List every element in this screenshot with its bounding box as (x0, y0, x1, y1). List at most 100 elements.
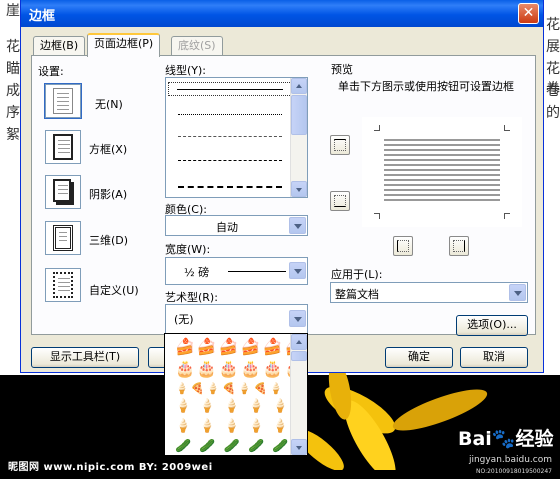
art-option[interactable]: 🍰🍰🍰🍰🍰🍰 (175, 338, 307, 356)
ok-button[interactable]: 确定 (385, 347, 453, 368)
tab-label: 页面边框(P) (94, 37, 154, 50)
border-left-button[interactable] (393, 236, 413, 256)
doc-char: 卷 (546, 83, 560, 99)
tab-borders[interactable]: 边框(B) (33, 36, 86, 56)
chevron-down-icon[interactable] (509, 284, 526, 301)
line-style-dash-large[interactable] (178, 186, 282, 188)
watermark-id: NO:20100918019500247 (475, 468, 552, 475)
scroll-thumb[interactable] (291, 95, 307, 135)
watermark-right: jingyan.baidu.com NO:20100918019500247 (469, 455, 552, 477)
scroll-down-icon[interactable] (291, 181, 307, 197)
dialog-title: 边框 (29, 9, 56, 24)
doc-char: 序 (6, 105, 20, 121)
preview-hint: 单击下方图示或使用按钮可设置边框 (338, 80, 514, 93)
apply-to-combo[interactable]: 整篇文档 (330, 282, 528, 303)
watermark-text: 昵图网 www.nipic.com BY: 2009wei (8, 462, 213, 473)
setting-shadow[interactable] (45, 175, 81, 209)
line-style-list[interactable] (165, 77, 308, 198)
setting-custom[interactable] (45, 268, 81, 302)
chevron-down-icon[interactable] (289, 310, 306, 327)
page-box-icon (53, 134, 73, 160)
apply-to-label: 应用于(L): (331, 268, 383, 281)
setting-none-label[interactable]: 无(N) (95, 96, 123, 112)
preview-heading: 预览 (331, 63, 353, 76)
corner-mark (374, 125, 380, 131)
scroll-up-icon[interactable] (291, 78, 307, 94)
apply-to-value: 整篇文档 (335, 288, 379, 301)
setting-none[interactable] (45, 84, 81, 118)
doc-char: 花 (546, 61, 560, 77)
line-style-dotted[interactable] (178, 114, 282, 115)
art-dropdown-list[interactable]: 🍰🍰🍰🍰🍰🍰 🎂🎂🎂🎂🎂🎂 🍦🍕🍦🍕🍦🍕🍦 🍦 🍦 🍦 🍦 🍦 🍦 🍦 🍦 🍦 … (164, 333, 308, 456)
border-top-icon (334, 139, 346, 151)
chevron-down-icon[interactable] (289, 217, 306, 234)
border-right-icon (453, 240, 465, 252)
tab-shading[interactable]: 底纹(S) (171, 36, 223, 56)
width-combo[interactable]: ½ 磅 (165, 257, 308, 285)
doc-char: 展 (546, 39, 560, 55)
corner-mark (504, 213, 510, 219)
tab-label: 底纹(S) (178, 39, 216, 52)
art-scrollbar[interactable] (290, 334, 307, 455)
art-option[interactable]: 🍦 🍦 🍦 🍦 🍦 (175, 398, 290, 416)
title-bar[interactable]: 边框 ✕ (21, 0, 543, 27)
art-option[interactable]: 🍦 🍦 🍦 🍦 🍦 (175, 418, 290, 436)
setting-shadow-label[interactable]: 阴影(A) (89, 186, 127, 202)
width-label: 宽度(W): (165, 243, 211, 256)
setting-box-label[interactable]: 方框(X) (89, 141, 127, 157)
line-style-scrollbar[interactable] (290, 78, 307, 197)
scroll-thumb[interactable] (291, 351, 307, 361)
art-option[interactable]: 🍦🍕🍦🍕🍦🍕🍦 (175, 380, 285, 398)
doc-char: 花 (6, 39, 20, 55)
scroll-up-icon[interactable] (291, 334, 307, 350)
setting-3d-label[interactable]: 三维(D) (89, 232, 128, 248)
width-sample-line (228, 271, 286, 272)
setting-custom-label[interactable]: 自定义(U) (89, 282, 139, 298)
art-combo[interactable]: (无) (165, 304, 308, 334)
setting-box[interactable] (45, 130, 81, 164)
line-style-solid-selected[interactable] (168, 82, 292, 96)
page-3d-icon (53, 225, 73, 251)
line-style-label: 线型(Y): (165, 64, 207, 77)
settings-heading: 设置: (38, 65, 64, 78)
color-value: 自动 (216, 221, 238, 234)
page-shadow-icon (53, 179, 71, 202)
corner-mark (374, 213, 380, 219)
close-icon: ✕ (522, 5, 535, 21)
chevron-down-icon[interactable] (289, 262, 306, 279)
art-label: 艺术型(R): (165, 291, 218, 304)
baidu-jingyan-logo: Bai🐾经验 (458, 428, 554, 450)
doc-char: 瞄 (6, 61, 20, 77)
show-toolbar-button[interactable]: 显示工具栏(T) (31, 347, 139, 368)
color-combo[interactable]: 自动 (165, 215, 308, 236)
doc-char: 崖 (6, 3, 20, 19)
doc-char: 絮 (6, 127, 20, 143)
doc-char: 成 (6, 83, 20, 99)
art-value: (无) (174, 313, 194, 326)
scroll-down-icon[interactable] (291, 439, 307, 455)
doc-char: 的 (546, 105, 560, 121)
page-icon (53, 88, 73, 114)
border-right-button[interactable] (449, 236, 469, 256)
close-button[interactable]: ✕ (518, 3, 539, 24)
corner-mark (504, 125, 510, 131)
tab-label: 边框(B) (40, 39, 79, 52)
border-top-button[interactable] (330, 135, 350, 155)
border-preview[interactable] (362, 117, 522, 227)
watermark-bar: 昵图网 www.nipic.com BY: 2009wei jingyan.ba… (0, 452, 560, 479)
width-value: ½ 磅 (184, 266, 210, 279)
line-style-dash[interactable] (178, 160, 282, 161)
cancel-button[interactable]: 取消 (460, 347, 528, 368)
line-style-dash-small[interactable] (178, 136, 282, 137)
art-option[interactable]: 🥒 🥒 🥒 🥒 🥒 (175, 438, 290, 455)
setting-3d[interactable] (45, 221, 81, 255)
border-bottom-icon (334, 195, 346, 207)
border-bottom-button[interactable] (330, 191, 350, 211)
border-left-icon (397, 240, 409, 252)
options-button[interactable]: 选项(O)... (456, 315, 528, 336)
page-custom-icon (53, 272, 73, 298)
doc-char: 花 (546, 17, 560, 33)
art-option[interactable]: 🎂🎂🎂🎂🎂🎂 (175, 360, 307, 378)
watermark-url: jingyan.baidu.com (468, 455, 552, 465)
tab-page-border[interactable]: 页面边框(P) (87, 33, 161, 57)
